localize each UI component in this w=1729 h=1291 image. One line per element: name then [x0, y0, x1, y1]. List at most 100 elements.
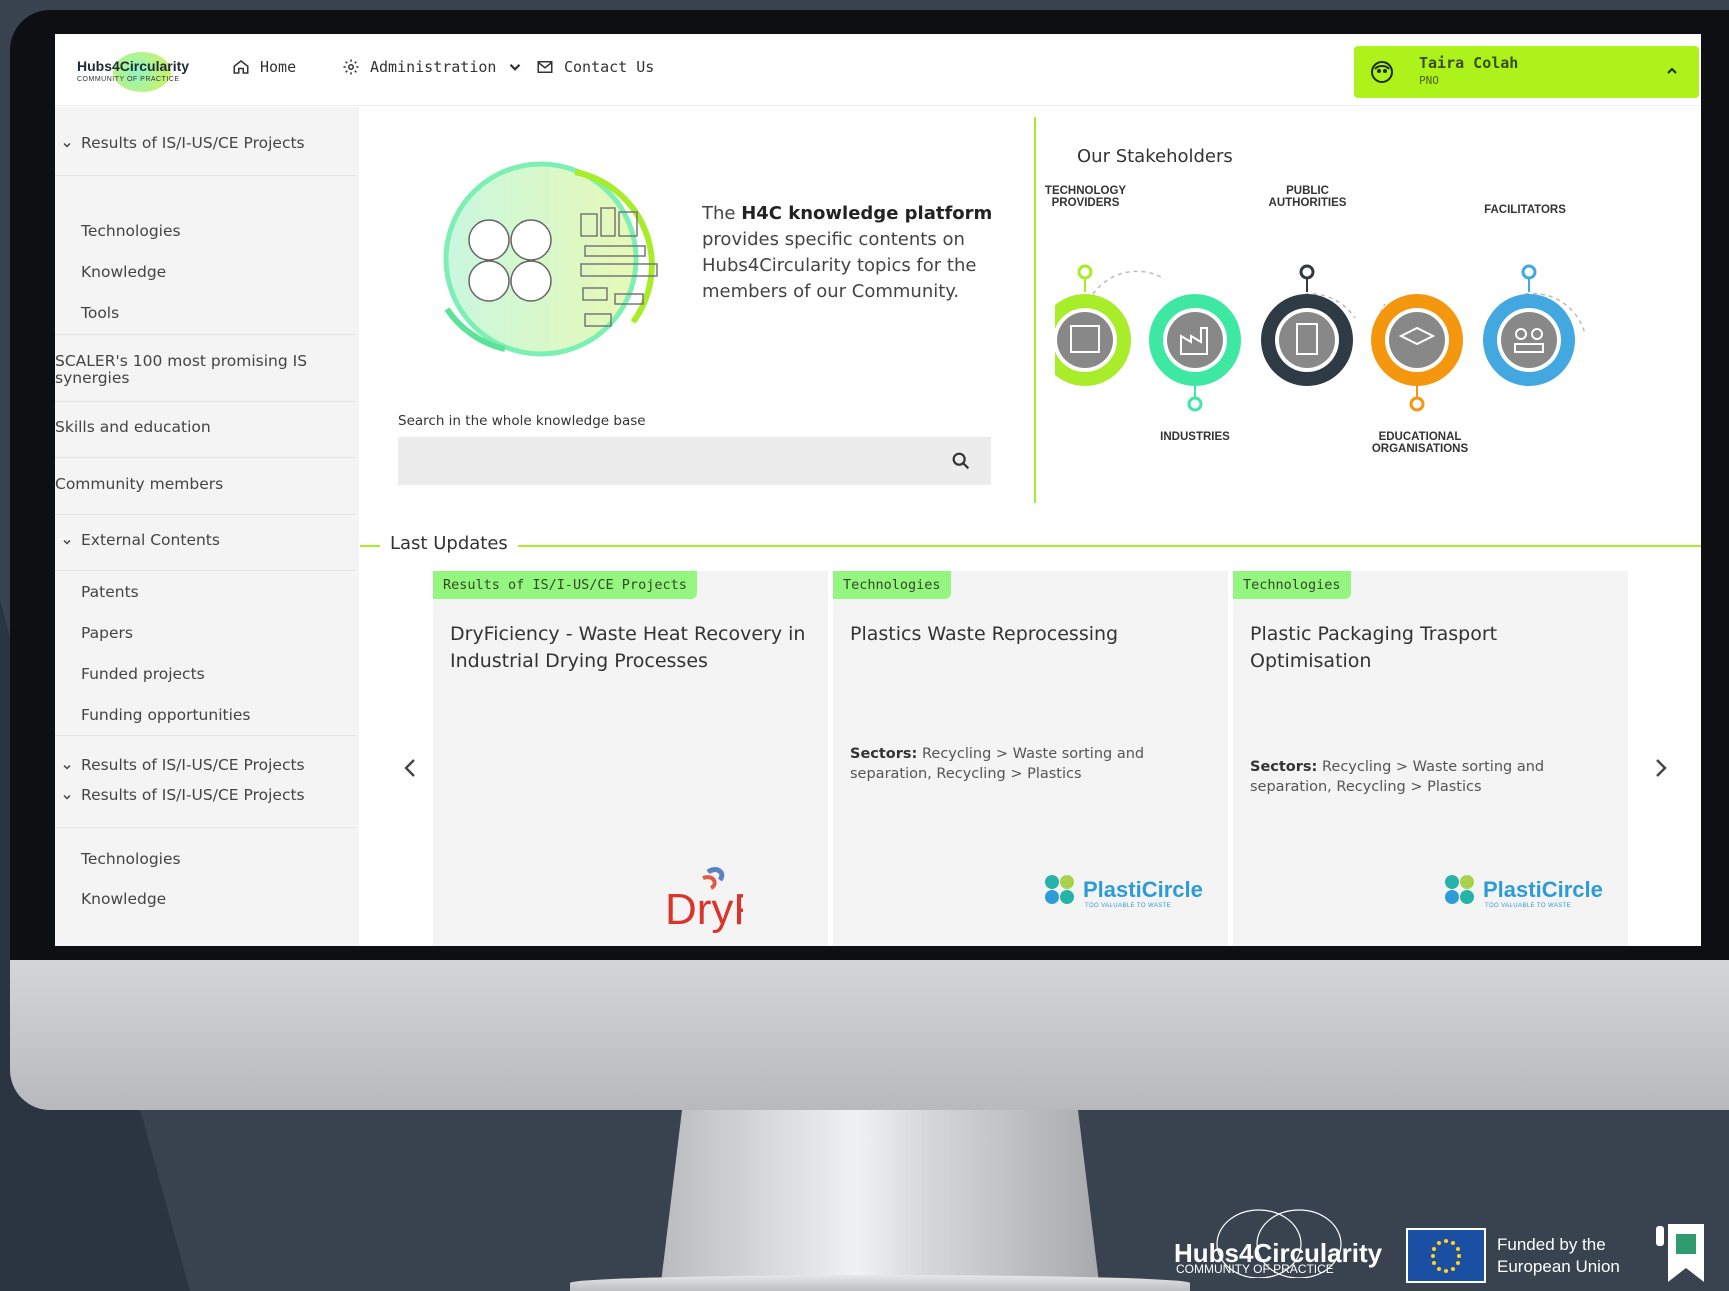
- logo-tagline: COMMUNITY OF PRACTICE: [77, 76, 180, 83]
- brand-logo[interactable]: Hubs4Circularity COMMUNITY OF PRACTICE: [77, 52, 207, 92]
- category-badge[interactable]: Technologies: [833, 571, 951, 599]
- monitor-chin: [10, 960, 1729, 1110]
- plasticircle-logo-tagline: TOO VALUABLE TO WASTE: [1485, 903, 1572, 909]
- sidebar: Results of IS/I-US/CE Projects Technolog…: [55, 107, 359, 946]
- eu-funding-line1: Funded by the: [1497, 1235, 1606, 1254]
- sidebar-item-results-projects[interactable]: Results of IS/I-US/CE Projects: [63, 134, 359, 152]
- eu-flag-icon: [1406, 1228, 1486, 1283]
- sidebar-item-patents[interactable]: Patents: [81, 584, 359, 601]
- sidebar-item-skills-education[interactable]: Skills and education: [55, 419, 355, 436]
- plasticircle-logo-text: PlastiCircle: [1483, 877, 1603, 902]
- stakeholder-educational-organisations: [1371, 294, 1463, 412]
- sidebar-item-scaler-synergies[interactable]: SCALER's 100 most promising IS synergies: [55, 353, 355, 387]
- update-card[interactable]: Results of IS/I-US/CE Projects DryFicien…: [433, 571, 828, 946]
- sidebar-item-label: Tools: [81, 304, 120, 322]
- stakeholder-technology-providers: [1055, 264, 1131, 386]
- dryf-logo: DryF: [663, 864, 760, 938]
- search-label: Search in the whole knowledge base: [398, 413, 646, 429]
- eu-funding-line2: European Union: [1497, 1257, 1620, 1276]
- sidebar-item-technologies[interactable]: Technologies: [81, 223, 359, 240]
- nav-contact[interactable]: Contact Us: [536, 58, 654, 76]
- chevron-down-icon: [63, 539, 71, 545]
- nav-administration[interactable]: Administration: [342, 58, 524, 76]
- footer-brand-tagline: COMMUNITY OF PRACTICE: [1176, 1262, 1334, 1276]
- plasticircle-logo: PlastiCircle TOO VALUABLE TO WASTE: [1443, 873, 1613, 913]
- stakeholder-label: EDUCATIONAL ORGANISATIONS: [1371, 431, 1469, 455]
- card-title[interactable]: Plastics Waste Reprocessing: [850, 621, 1215, 648]
- mail-icon: [537, 61, 553, 73]
- card-sectors: Sectors: Recycling > Waste sorting and s…: [850, 744, 1210, 784]
- divider: [55, 827, 355, 828]
- plasticircle-logo-tagline: TOO VALUABLE TO WASTE: [1085, 903, 1172, 909]
- chevron-down-icon: [63, 764, 71, 770]
- sidebar-item-label: Community members: [55, 475, 224, 493]
- divider: [55, 401, 355, 402]
- sidebar-item-label: Skills and education: [55, 418, 211, 436]
- user-menu[interactable]: Taira Colah PNO: [1354, 46, 1699, 98]
- stakeholder-public-authorities: [1261, 264, 1353, 386]
- card-sectors: Sectors: Recycling > Waste sorting and s…: [1250, 757, 1610, 797]
- card-title[interactable]: DryFiciency - Waste Heat Recovery in Ind…: [450, 621, 815, 675]
- sidebar-item-funding-opportunities[interactable]: Funding opportunities: [81, 707, 359, 724]
- sidebar-item-label: Papers: [81, 624, 133, 642]
- user-name: Taira Colah: [1419, 54, 1519, 72]
- divider: [55, 457, 355, 458]
- sidebar-item-label: Results of IS/I-US/CE Projects: [81, 756, 305, 774]
- sidebar-item-results-projects-3[interactable]: Results of IS/I-US/CE Projects: [63, 786, 359, 804]
- home-icon: [233, 60, 249, 74]
- sidebar-item-label: External Contents: [81, 531, 220, 549]
- sidebar-item-label: SCALER's 100 most promising IS synergies: [55, 352, 308, 387]
- sidebar-item-external-contents[interactable]: External Contents: [63, 531, 359, 549]
- update-card[interactable]: Technologies Plastic Packaging Trasport …: [1233, 571, 1628, 946]
- nav-home[interactable]: Home: [232, 58, 296, 76]
- stakeholders-graphic: [1055, 264, 1586, 412]
- top-navbar: Hubs4Circularity COMMUNITY OF PRACTICE H…: [55, 34, 1701, 106]
- circular-economy-illustration: [443, 161, 658, 357]
- sidebar-item-funded-projects[interactable]: Funded projects: [81, 666, 359, 683]
- sidebar-item-tools[interactable]: Tools: [81, 305, 359, 322]
- chevron-right-icon[interactable]: [1651, 756, 1671, 780]
- card-title[interactable]: Plastic Packaging Trasport Optimisation: [1250, 621, 1615, 675]
- divider: [55, 514, 355, 515]
- sidebar-item-label: Knowledge: [81, 263, 167, 281]
- dryf-logo-text: DryF: [665, 885, 743, 934]
- search-input[interactable]: [398, 437, 938, 485]
- sidebar-item-label: Patents: [81, 583, 139, 601]
- chevron-left-icon[interactable]: [400, 756, 420, 780]
- monitor-stand-base: [570, 1275, 1190, 1291]
- sidebar-item-label: Technologies: [81, 222, 181, 240]
- sidebar-item-knowledge-2[interactable]: Knowledge: [81, 891, 359, 908]
- sidebar-item-papers[interactable]: Papers: [81, 625, 359, 642]
- plasticircle-logo-text: PlastiCircle: [1083, 877, 1203, 902]
- stakeholders-title: Our Stakeholders: [1077, 146, 1233, 167]
- sidebar-item-label: Technologies: [81, 850, 181, 868]
- search-bar: [398, 437, 991, 485]
- section-divider: [360, 545, 1701, 547]
- last-updates-title: Last Updates: [380, 533, 518, 554]
- screen: Hubs4Circularity COMMUNITY OF PRACTICE H…: [55, 34, 1701, 946]
- monitor-stand: [660, 1110, 1100, 1291]
- sidebar-item-community-members[interactable]: Community members: [55, 476, 355, 493]
- sidebar-item-label: Results of IS/I-US/CE Projects: [81, 786, 305, 804]
- footer-brand-logo: Hubs4Circularity COMMUNITY OF PRACTICE: [1174, 1208, 1382, 1278]
- sidebar-item-technologies-2[interactable]: Technologies: [81, 851, 359, 868]
- nav-contact-label: Contact Us: [564, 58, 655, 76]
- update-card[interactable]: Technologies Plastics Waste Reprocessing…: [833, 571, 1228, 946]
- stakeholder-industries: [1149, 294, 1241, 412]
- chevron-up-icon[interactable]: [1664, 63, 1680, 79]
- user-org: PNO: [1419, 74, 1439, 87]
- category-badge[interactable]: Results of IS/I-US/CE Projects: [433, 571, 697, 599]
- sectors-label: Sectors:: [1250, 759, 1318, 775]
- stakeholder-label: INDUSTRIES: [1160, 431, 1230, 443]
- avatar-icon: [1371, 61, 1393, 83]
- sectors-label: Sectors:: [850, 746, 918, 762]
- eu-funding-text: Funded by the European Union: [1497, 1234, 1620, 1278]
- sidebar-item-knowledge[interactable]: Knowledge: [81, 264, 359, 281]
- sidebar-item-label: Funded projects: [81, 665, 205, 683]
- search-icon[interactable]: [950, 450, 972, 472]
- sidebar-item-results-projects-2[interactable]: Results of IS/I-US/CE Projects: [63, 756, 359, 774]
- sidebar-item-label: Results of IS/I-US/CE Projects: [81, 134, 305, 152]
- gear-icon: [343, 59, 359, 75]
- category-badge[interactable]: Technologies: [1233, 571, 1351, 599]
- divider: [55, 570, 355, 571]
